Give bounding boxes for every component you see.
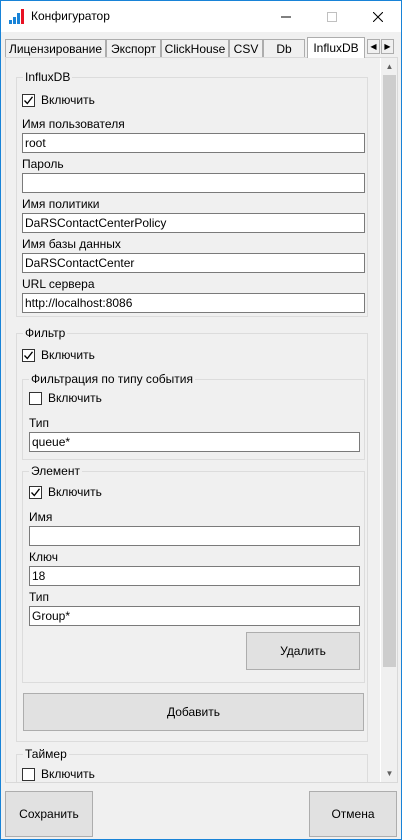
add-element-button[interactable]: Добавить	[23, 693, 364, 731]
event-type-input[interactable]	[29, 432, 360, 452]
influxdb-group: InfluxDB Включить Имя пользователя Парол…	[16, 70, 368, 317]
checkbox-box	[29, 391, 42, 405]
arrow-right-icon: ▶	[384, 42, 391, 51]
tab-scroll-left-button[interactable]: ◀	[367, 39, 380, 54]
checkbox-label: Включить	[41, 767, 95, 781]
influxdb-group-legend: InfluxDB	[23, 70, 73, 84]
filter-group: Фильтр Включить Фильтрация по типу событ…	[16, 326, 368, 742]
element-key-input[interactable]	[29, 566, 360, 586]
event-type-label: Тип	[29, 416, 50, 430]
checkbox-label: Включить	[41, 93, 95, 107]
element-type-label: Тип	[29, 590, 50, 604]
element-group: Элемент Включить Имя Ключ Тип Удалить	[22, 464, 365, 683]
checkbox-box	[29, 485, 42, 499]
tab-export[interactable]: Экспорт	[106, 39, 161, 57]
tab-strip: Лицензирование Экспорт ClickHouse CSV Db…	[5, 37, 397, 58]
scroll-up-button[interactable]: ▲	[381, 58, 397, 75]
checkbox-label: Включить	[48, 391, 102, 405]
arrow-down-icon: ▼	[385, 769, 394, 778]
minimize-icon	[281, 16, 291, 17]
scroll-content: InfluxDB Включить Имя пользователя Парол…	[6, 58, 380, 782]
vertical-scrollbar[interactable]: ▲ ▼	[381, 58, 397, 782]
tab-scroll-right-button[interactable]: ▶	[381, 39, 394, 54]
tab-clickhouse[interactable]: ClickHouse	[161, 39, 229, 57]
element-key-label: Ключ	[29, 550, 58, 564]
cancel-button[interactable]: Отмена	[309, 791, 397, 837]
checkmark-icon	[24, 95, 34, 105]
tab-page-influxdb: InfluxDB Включить Имя пользователя Парол…	[5, 57, 398, 783]
title-bar: Конфигуратор	[1, 1, 401, 32]
timer-group: Таймер Включить	[16, 747, 368, 782]
filter-enable-checkbox[interactable]: Включить	[22, 348, 95, 362]
scroll-down-button[interactable]: ▼	[381, 765, 397, 782]
checkmark-icon	[24, 350, 34, 360]
checkbox-box	[22, 93, 35, 107]
element-type-input[interactable]	[29, 606, 360, 626]
tab-csv[interactable]: CSV	[229, 39, 263, 57]
minimize-button[interactable]	[263, 1, 309, 32]
close-icon	[373, 11, 383, 22]
event-type-enable-checkbox[interactable]: Включить	[29, 391, 102, 405]
timer-enable-checkbox[interactable]: Включить	[22, 767, 95, 781]
element-enable-checkbox[interactable]: Включить	[29, 485, 102, 499]
window-title: Конфигуратор	[31, 9, 110, 23]
password-label: Пароль	[22, 157, 64, 171]
tab-db[interactable]: Db	[263, 39, 305, 57]
maximize-button[interactable]	[309, 1, 355, 32]
arrow-up-icon: ▲	[385, 62, 394, 71]
checkmark-icon	[31, 487, 41, 497]
element-group-legend: Элемент	[29, 464, 82, 478]
checkbox-box	[22, 348, 35, 362]
bar-chart-icon	[9, 9, 24, 24]
configurator-window: Конфигуратор Лицензирование Экспорт Clic…	[0, 0, 402, 840]
url-input[interactable]	[22, 293, 365, 313]
password-input[interactable]	[22, 173, 365, 193]
event-type-filter-group: Фильтрация по типу события Включить Тип	[22, 372, 365, 460]
element-name-input[interactable]	[29, 526, 360, 546]
scroll-thumb[interactable]	[383, 75, 396, 667]
element-name-label: Имя	[29, 510, 53, 524]
maximize-icon	[327, 11, 337, 22]
username-input[interactable]	[22, 133, 365, 153]
arrow-left-icon: ◀	[370, 42, 377, 51]
influxdb-enable-checkbox[interactable]: Включить	[22, 93, 95, 107]
save-button[interactable]: Сохранить	[5, 791, 93, 837]
close-button[interactable]	[355, 1, 401, 32]
event-type-filter-legend: Фильтрация по типу события	[29, 372, 195, 386]
policy-label: Имя политики	[22, 197, 100, 211]
tab-licensing[interactable]: Лицензирование	[5, 39, 106, 57]
checkbox-label: Включить	[48, 485, 102, 499]
delete-element-button[interactable]: Удалить	[246, 632, 360, 670]
filter-group-legend: Фильтр	[23, 326, 68, 340]
database-label: Имя базы данных	[22, 237, 121, 251]
tab-influxdb[interactable]: InfluxDB	[307, 37, 365, 58]
database-input[interactable]	[22, 253, 365, 273]
policy-input[interactable]	[22, 213, 365, 233]
checkbox-label: Включить	[41, 348, 95, 362]
timer-group-legend: Таймер	[23, 747, 69, 761]
url-label: URL сервера	[22, 277, 95, 291]
username-label: Имя пользователя	[22, 117, 125, 131]
checkbox-box	[22, 767, 35, 781]
